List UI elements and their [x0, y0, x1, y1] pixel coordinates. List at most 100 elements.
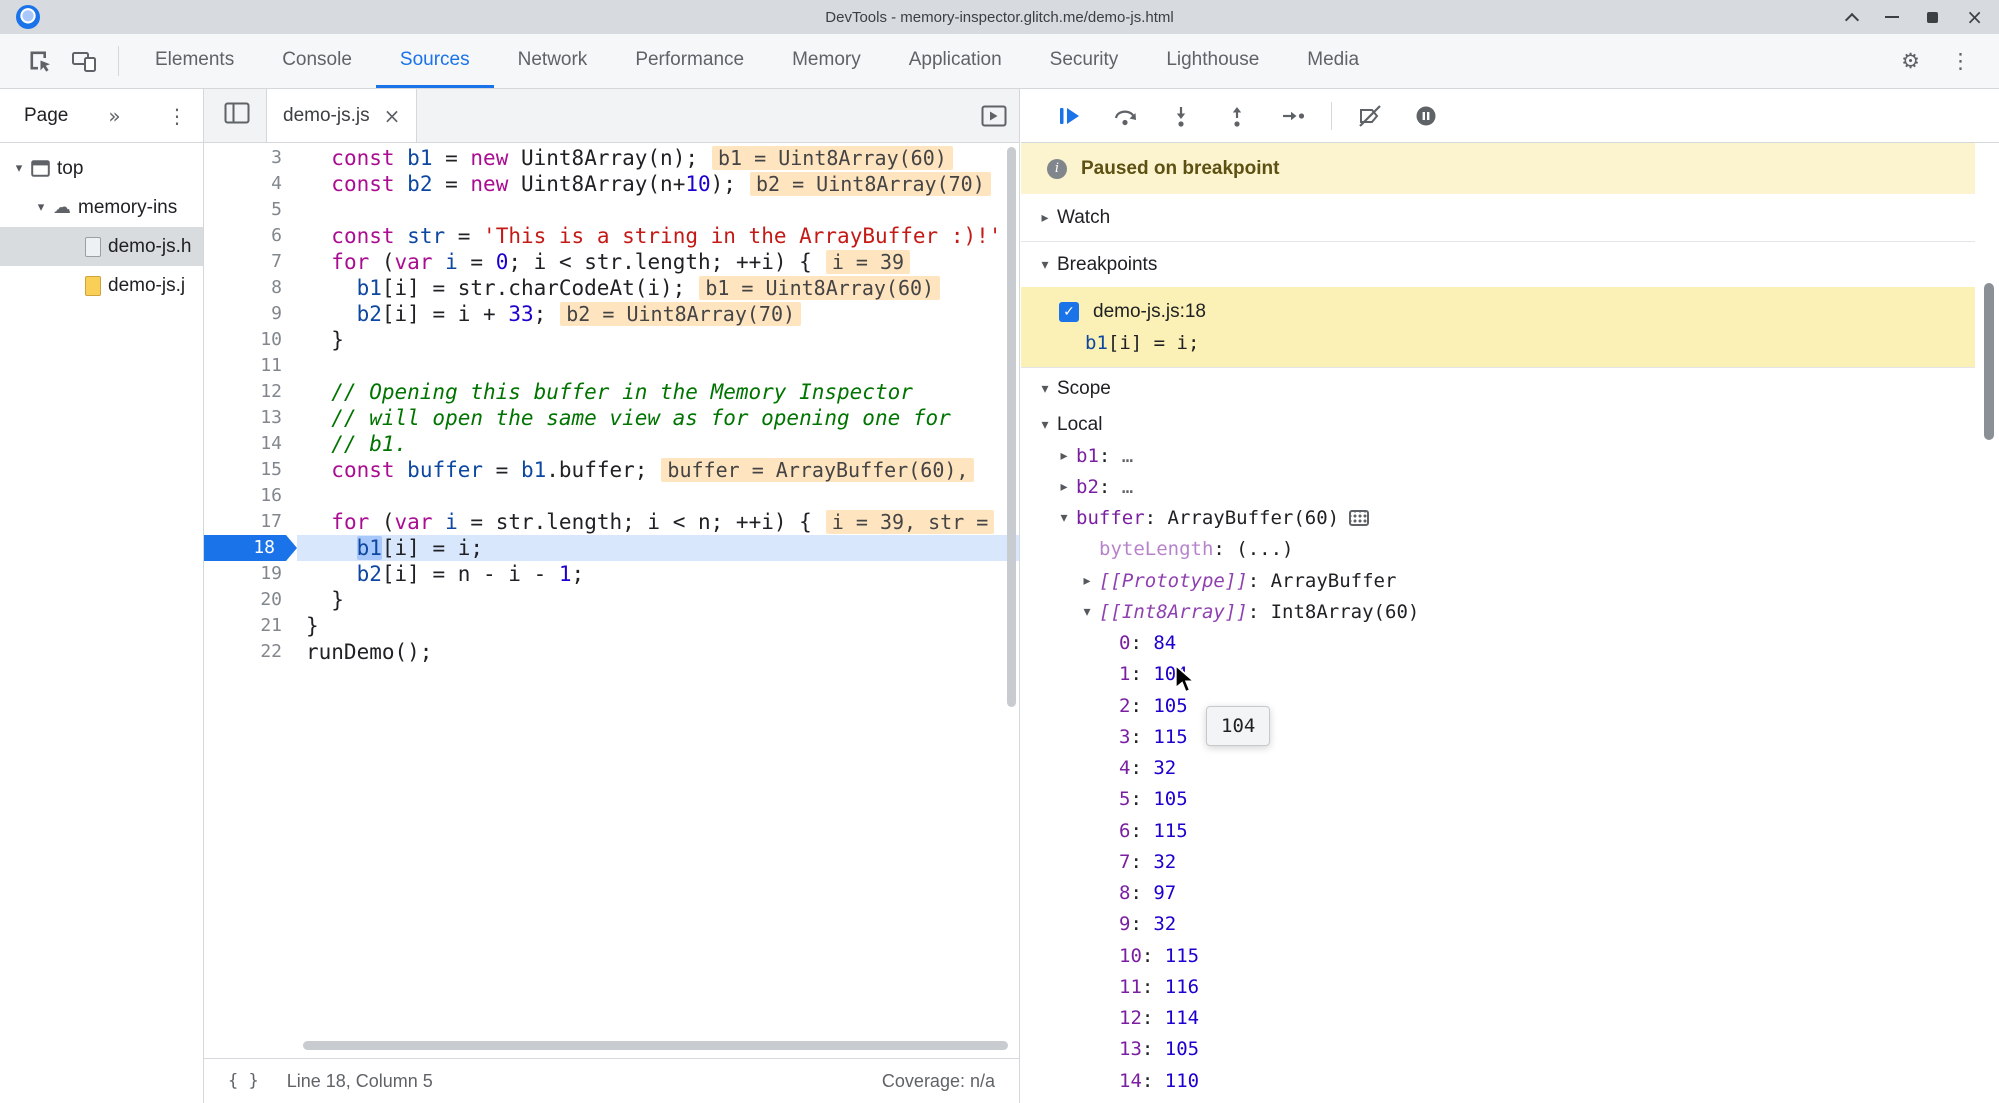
navigator-toggle-icon[interactable] — [224, 102, 250, 129]
tab-network[interactable]: Network — [494, 34, 612, 88]
line-number[interactable]: 17 — [204, 509, 297, 535]
code-text[interactable]: const buffer = b1.buffer; buffer = ArrayB… — [297, 457, 1019, 483]
line-number[interactable]: 7 — [204, 249, 297, 275]
code-text[interactable]: } — [297, 327, 1019, 353]
code-text[interactable]: b2[i] = i + 33; b2 = Uint8Array(70) — [297, 301, 1019, 327]
close-window-icon[interactable]: × — [1966, 7, 1983, 27]
line-number[interactable]: 9 — [204, 301, 297, 327]
navigator-item-top[interactable]: ▾ top — [0, 149, 203, 188]
tab-application[interactable]: Application — [885, 34, 1026, 88]
scope-item-2[interactable]: 2: 105 — [1021, 690, 1999, 721]
inspect-element-icon[interactable] — [25, 46, 55, 76]
inline-eval-badge[interactable]: buffer = ArrayBuffer(60), — [661, 458, 975, 482]
section-breakpoints[interactable]: ▾ Breakpoints — [1021, 242, 1975, 287]
line-number[interactable]: 11 — [204, 353, 297, 379]
code-text[interactable]: const b1 = new Uint8Array(n); b1 = Uint8A… — [297, 145, 1019, 171]
editor-vertical-scrollbar[interactable] — [1007, 147, 1016, 707]
line-number[interactable]: 10 — [204, 327, 297, 353]
navigator-menu-icon[interactable]: ⋮ — [167, 104, 187, 128]
line-number[interactable]: 12 — [204, 379, 297, 405]
chevron-down-icon[interactable]: ▾ — [1077, 604, 1097, 620]
line-number[interactable]: 16 — [204, 483, 297, 509]
scope-item-0[interactable]: 0: 84 — [1021, 628, 1999, 659]
code-text[interactable]: for (var i = str.length; i < n; ++i) {i … — [297, 509, 1019, 535]
line-number[interactable]: 5 — [204, 197, 297, 223]
code-text[interactable]: // will open the same view as for openin… — [297, 405, 1019, 431]
tab-security[interactable]: Security — [1026, 34, 1143, 88]
file-tab-demo-js[interactable]: demo-js.js × — [266, 89, 418, 142]
minimize-icon[interactable] — [1885, 15, 1900, 19]
navigator-item-demo-js-j[interactable]: demo-js.j — [0, 266, 203, 305]
navigator-item-demo-js-h[interactable]: demo-js.h — [0, 227, 203, 266]
inline-eval-badge[interactable]: i = 39, str = — [825, 510, 995, 534]
line-number[interactable]: 6 — [204, 223, 297, 249]
line-number[interactable]: 20 — [204, 587, 297, 613]
step-over-button[interactable] — [1097, 100, 1153, 132]
line-number[interactable]: 15 — [204, 457, 297, 483]
tab-page[interactable]: Page — [24, 105, 68, 127]
expander-icon[interactable]: ▾ — [10, 161, 28, 176]
chevron-right-icon[interactable]: ▸ — [1054, 448, 1074, 464]
scope-item-3[interactable]: 3: 115 — [1021, 721, 1999, 752]
chevron-down-icon[interactable]: ▾ — [1054, 510, 1074, 526]
inline-eval-badge[interactable]: b2 = Uint8Array(70) — [560, 302, 802, 326]
maximize-icon[interactable] — [1927, 11, 1939, 23]
code-text[interactable] — [297, 197, 1019, 223]
scope-item-5[interactable]: 5: 105 — [1021, 784, 1999, 815]
scope-item-14[interactable]: 14: 110 — [1021, 1065, 1999, 1096]
code-text[interactable]: b1[i] = i; — [297, 535, 1019, 561]
breakpoint-line-number[interactable]: 18 — [204, 535, 297, 561]
code-text[interactable]: const str = 'This is a string in the Arr… — [297, 223, 1019, 249]
chevron-right-icon[interactable]: ▸ — [1035, 210, 1055, 226]
tab-console[interactable]: Console — [258, 34, 376, 88]
code-text[interactable]: b1[i] = str.charCodeAt(i); b1 = Uint8Arra… — [297, 275, 1019, 301]
more-options-kebab-icon[interactable]: ⋮ — [1950, 49, 1971, 73]
step-out-button[interactable] — [1209, 100, 1265, 132]
scope-item--int8array-[interactable]: ▾ [[Int8Array]]: Int8Array(60) — [1021, 596, 1999, 627]
line-number[interactable]: 8 — [204, 275, 297, 301]
memory-inspector-icon[interactable] — [1349, 510, 1370, 527]
scope-item-13[interactable]: 13: 105 — [1021, 1034, 1999, 1065]
step-button[interactable] — [1265, 100, 1321, 132]
line-number[interactable]: 14 — [204, 431, 297, 457]
inline-eval-badge[interactable]: b1 = Uint8Array(60) — [699, 276, 941, 300]
breakpoint-checkbox[interactable]: ✓ — [1059, 302, 1079, 322]
code-editor[interactable]: 3 const b1 = new Uint8Array(n); b1 = Uint… — [204, 143, 1019, 1058]
code-text[interactable]: // b1. — [297, 431, 1019, 457]
panel-toggle-icon[interactable] — [981, 105, 1007, 132]
chevron-down-icon[interactable]: ▾ — [1035, 257, 1055, 273]
code-text[interactable] — [297, 483, 1019, 509]
settings-gear-icon[interactable]: ⚙ — [1901, 49, 1920, 73]
chevron-up-icon[interactable] — [1845, 12, 1860, 27]
tab-media[interactable]: Media — [1283, 34, 1383, 88]
deactivate-breakpoints-button[interactable] — [1342, 100, 1398, 132]
tab-sources[interactable]: Sources — [375, 34, 494, 88]
line-number[interactable]: 19 — [204, 561, 297, 587]
line-number[interactable]: 21 — [204, 613, 297, 639]
line-number[interactable]: 4 — [204, 171, 297, 197]
line-number[interactable]: 22 — [204, 639, 297, 665]
editor-horizontal-scrollbar[interactable] — [303, 1041, 1008, 1050]
tab-memory[interactable]: Memory — [768, 34, 885, 88]
scope-item-9[interactable]: 9: 32 — [1021, 909, 1999, 940]
code-text[interactable]: // Opening this buffer in the Memory Ins… — [297, 379, 1019, 405]
scope-item-6[interactable]: 6: 115 — [1021, 815, 1999, 846]
scope-item-10[interactable]: 10: 115 — [1021, 940, 1999, 971]
code-text[interactable]: for (var i = 0; i < str.length; ++i) {i … — [297, 249, 1019, 275]
inline-eval-badge[interactable]: b1 = Uint8Array(60) — [712, 146, 953, 170]
scope-group-local[interactable]: ▾ Local — [1021, 410, 1999, 440]
code-text[interactable]: } — [297, 587, 1019, 613]
code-text[interactable]: } — [297, 613, 1019, 639]
section-watch[interactable]: ▸ Watch — [1021, 194, 1975, 242]
line-number[interactable]: 13 — [204, 405, 297, 431]
code-text[interactable] — [297, 353, 1019, 379]
chevron-down-icon[interactable]: ▾ — [1035, 417, 1055, 433]
scope-item-4[interactable]: 4: 32 — [1021, 753, 1999, 784]
tab-elements[interactable]: Elements — [131, 34, 258, 88]
scope-item-7[interactable]: 7: 32 — [1021, 846, 1999, 877]
resume-script-button[interactable] — [1041, 100, 1097, 132]
code-text[interactable]: runDemo(); — [297, 639, 1019, 665]
scope-item-bytelength[interactable]: byteLength: (...) — [1021, 534, 1999, 565]
scope-item-b1[interactable]: ▸ b1: … — [1021, 440, 1999, 471]
tab-performance[interactable]: Performance — [611, 34, 768, 88]
